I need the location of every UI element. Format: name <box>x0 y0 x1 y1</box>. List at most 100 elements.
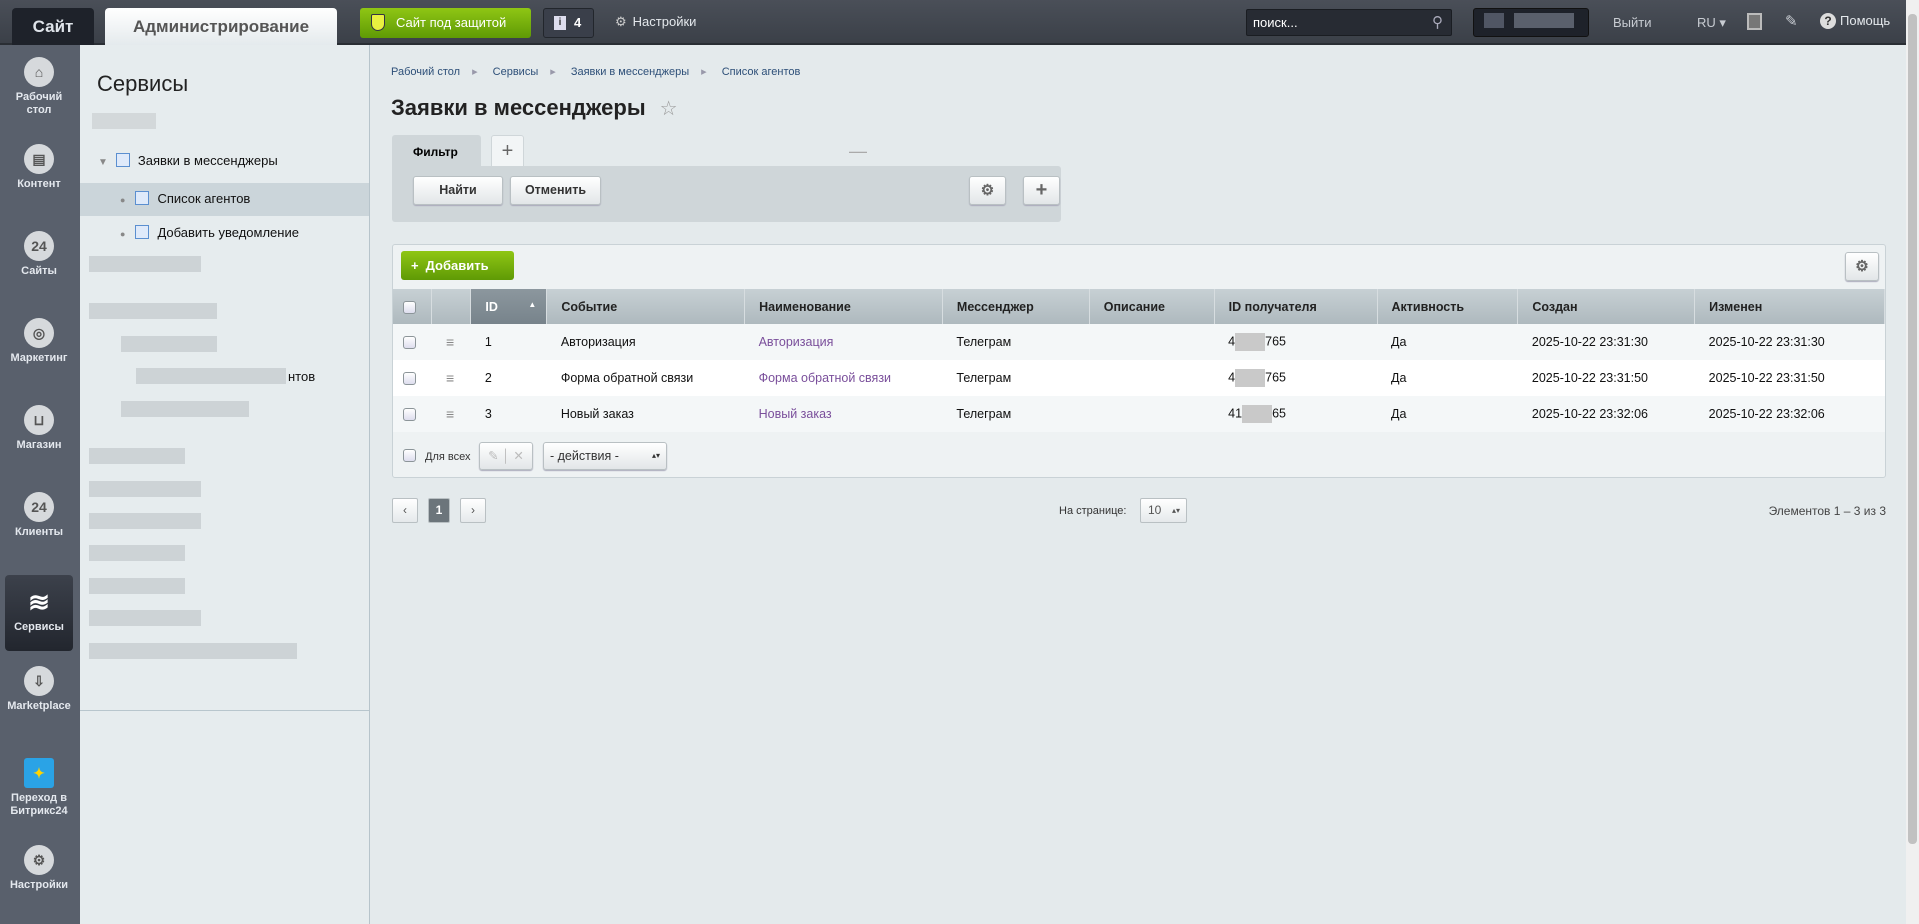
prev-page-button[interactable]: ‹ <box>392 498 418 523</box>
breadcrumb-item[interactable]: Сервисы <box>493 66 539 78</box>
nav-label: Сервисы <box>14 621 64 633</box>
pin-icon[interactable]: ✎ <box>1785 12 1798 30</box>
sort-asc-icon: ▲ <box>528 299 537 309</box>
delete-icon[interactable]: ✕ <box>513 449 523 463</box>
row-menu-icon[interactable]: ≡ <box>446 370 454 386</box>
star-icon[interactable]: ☆ <box>660 98 678 120</box>
row-menu-icon[interactable]: ≡ <box>446 406 454 422</box>
settings-link[interactable]: ⚙ Настройки <box>615 14 696 30</box>
secure-label: Сайт под защитой <box>396 15 507 30</box>
admin-tab[interactable]: Администрирование <box>105 8 337 47</box>
find-button[interactable]: Найти <box>413 176 503 205</box>
notifications-count: 4 <box>574 15 582 30</box>
per-page-select[interactable]: 10 ▴▾ <box>1140 498 1187 523</box>
add-button[interactable]: + Добавить <box>401 251 514 280</box>
page-1-button[interactable]: 1 <box>428 498 450 523</box>
plus-icon: + <box>1035 179 1048 201</box>
filter-panel: Найти Отменить ⚙ + <box>392 166 1061 222</box>
nav-label: Маркетинг <box>10 352 68 364</box>
row-checkbox-cell <box>393 396 432 432</box>
user-menu[interactable] <box>1473 8 1589 37</box>
grid-settings-button[interactable]: ⚙ <box>1845 252 1879 281</box>
column-header[interactable]: Создан <box>1517 289 1696 324</box>
per-page-value: 10 <box>1148 503 1162 517</box>
edit-delete-buttons[interactable]: ✎ │ ✕ <box>479 442 533 470</box>
cell-event: Форма обратной связи <box>546 360 745 396</box>
tree-item-agents-list[interactable]: ● Список агентов <box>80 183 369 216</box>
home-icon: ⌂ <box>24 57 54 87</box>
nav-item-4[interactable]: ◎ Маркетинг <box>5 318 73 365</box>
column-header[interactable]: ID получателя <box>1214 289 1378 324</box>
name-link[interactable]: Форма обратной связи <box>759 371 891 385</box>
column-header[interactable]: Событие <box>546 289 746 324</box>
cell-recipient: 4 765 <box>1214 360 1378 396</box>
breadcrumb-item[interactable]: Список агентов <box>722 66 801 78</box>
filter-settings-button[interactable]: ⚙ <box>969 176 1006 205</box>
breadcrumb-item[interactable]: Заявки в мессенджеры <box>571 66 689 78</box>
help-icon: ? <box>1820 13 1836 29</box>
breadcrumb: Рабочий стол ▸ Сервисы ▸ Заявки в мессендж… <box>391 66 801 78</box>
actions-select[interactable]: - действия - ▴▾ <box>543 442 667 470</box>
nav-item-1[interactable]: ⌂ Рабочий стол <box>5 57 73 117</box>
add-field-button[interactable]: + <box>1023 176 1060 205</box>
cell-messenger: Телеграм <box>942 396 1090 432</box>
next-page-button[interactable]: › <box>460 498 486 523</box>
collapse-filter-button[interactable]: — <box>849 141 867 162</box>
search-input[interactable]: поиск... ⚲ <box>1246 9 1452 36</box>
column-header[interactable]: Мессенджер <box>942 289 1090 324</box>
column-header[interactable]: Наименование <box>744 289 943 324</box>
per-page-label: На странице: <box>1059 505 1127 517</box>
table-row[interactable]: ≡ 1 Авторизация Авторизация Телеграм 4 765 Да 20… <box>393 324 1885 360</box>
table-row[interactable]: ≡ 2 Форма обратной связи Форма обратной свя… <box>393 360 1885 396</box>
nav-item-2[interactable]: ▤ Контент <box>5 144 73 191</box>
row-menu-icon[interactable]: ≡ <box>446 334 454 350</box>
cell-created: 2025-10-22 23:31:30 <box>1517 324 1695 360</box>
left-nav: ⌂ Рабочий стол ▤ Контент 24 Сайты ◎ Маркетинг ⊔ М… <box>0 45 80 924</box>
filter-tab[interactable]: Фильтр <box>392 135 481 167</box>
select-all-checkbox[interactable] <box>403 300 416 314</box>
cancel-button[interactable]: Отменить <box>510 176 601 205</box>
site-tab[interactable]: Сайт <box>12 8 94 45</box>
nav-item-7[interactable]: ≋ Сервисы <box>5 575 73 651</box>
column-header[interactable]: Активность <box>1377 289 1519 324</box>
row-checkbox[interactable] <box>403 336 416 350</box>
site-secure-button[interactable]: Сайт под защитой <box>360 8 531 38</box>
nav-item-5[interactable]: ⊔ Магазин <box>5 405 73 452</box>
language-select[interactable]: RU ▾ <box>1697 15 1726 31</box>
column-header[interactable]: Изменен <box>1694 289 1885 324</box>
nav-item-9[interactable]: ✦ Переход в Битрикс24 <box>5 758 73 818</box>
name-link[interactable]: Авторизация <box>759 335 834 349</box>
breadcrumb-item[interactable]: Рабочий стол <box>391 66 460 78</box>
tree-item-add-notification[interactable]: ● Добавить уведомление <box>120 225 299 240</box>
nav-label: Marketplace <box>7 700 71 712</box>
shield-icon <box>371 14 385 31</box>
nav-item-8[interactable]: ⇩ Marketplace <box>5 666 73 713</box>
cell-event: Авторизация <box>546 324 745 360</box>
nav-item-10[interactable]: ⚙ Настройки <box>5 845 73 892</box>
add-label: Добавить <box>425 258 489 273</box>
help-link[interactable]: ? Помощь <box>1820 13 1890 29</box>
keyboard-icon[interactable] <box>1747 13 1762 30</box>
select-all-checkbox[interactable] <box>403 449 416 462</box>
cell-modified: 2025-10-22 23:31:50 <box>1694 360 1885 396</box>
tree-item-messenger-requests[interactable]: ▼ Заявки в мессенджеры <box>98 153 278 168</box>
table-row[interactable]: ≡ 3 Новый заказ Новый заказ Телеграм 41 65 Да 20… <box>393 396 1885 432</box>
nav-label: Клиенты <box>14 526 63 538</box>
name-link[interactable]: Новый заказ <box>759 407 832 421</box>
search-icon[interactable]: ⚲ <box>1432 13 1443 31</box>
header-select-all[interactable] <box>393 289 433 324</box>
column-header[interactable]: ID ▲ <box>470 289 548 324</box>
notifications-button[interactable]: i4 <box>543 8 594 38</box>
add-filter-tab-button[interactable]: + <box>491 135 524 167</box>
pencil-icon[interactable]: ✎ <box>488 449 498 463</box>
tree-label: Заявки в мессенджеры <box>137 153 278 168</box>
nav-label: Рабочий стол <box>15 91 63 116</box>
row-checkbox[interactable] <box>403 372 416 386</box>
column-header[interactable]: Описание <box>1089 289 1215 324</box>
nav-item-6[interactable]: 24 Клиенты <box>5 492 73 539</box>
row-checkbox[interactable] <box>403 408 416 422</box>
nav-item-3[interactable]: 24 Сайты <box>5 231 73 278</box>
redacted-block <box>1242 405 1273 423</box>
logout-link[interactable]: Выйти <box>1613 15 1652 30</box>
scrollbar[interactable] <box>1906 0 1919 924</box>
